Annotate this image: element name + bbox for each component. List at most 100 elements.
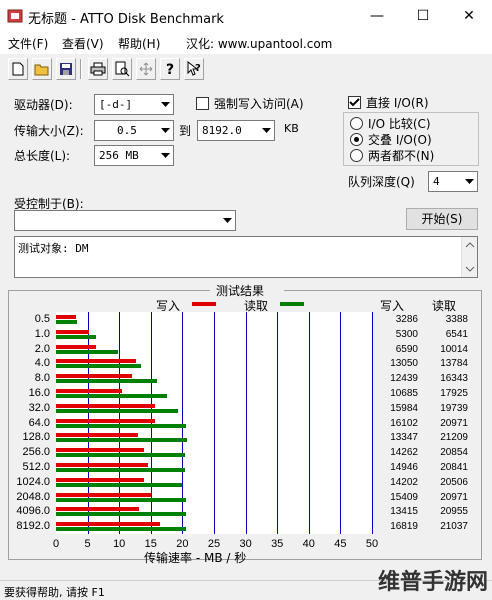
new-file-icon[interactable] [8, 58, 28, 80]
read-value: 20841 [440, 462, 468, 473]
save-icon[interactable] [56, 58, 76, 80]
help-icon[interactable]: ? [160, 58, 180, 80]
read-bar [56, 349, 118, 354]
transfer-from-value: 0.5 [117, 124, 137, 137]
svg-text:?: ? [195, 63, 201, 74]
direct-io-label: 直接 I/O(R) [366, 96, 429, 110]
drive-value: [-d-] [99, 98, 133, 111]
read-column-header: 读取 [432, 299, 457, 313]
y-tick-label: 16.0 [28, 387, 50, 399]
maximize-button[interactable]: ☐ [400, 0, 446, 32]
overlapped-io-radio[interactable] [350, 133, 363, 146]
print-icon[interactable] [88, 58, 108, 80]
read-bar [56, 438, 187, 443]
y-tick-label: 0.5 [34, 313, 50, 325]
x-axis-label: 传输速率 - MB / 秒 [144, 551, 247, 565]
queue-depth-value: 4 [433, 175, 440, 188]
description-text: 测试对象: DM [18, 242, 89, 255]
read-bar [56, 468, 185, 472]
chevron-down-icon [157, 146, 173, 165]
drive-label: 驱动器(D): [14, 98, 73, 112]
total-length-select[interactable]: 256 MB [94, 145, 174, 166]
total-length-label: 总长度(L): [14, 149, 71, 163]
x-tick-label: 10 [113, 538, 126, 550]
write-value: 14946 [390, 462, 418, 473]
description-scrollbar[interactable] [461, 237, 477, 277]
chart-gridline [277, 312, 279, 534]
write-value: 16819 [390, 521, 418, 533]
menu-view[interactable]: 查看(V) [62, 35, 104, 52]
start-button[interactable]: 开始(S) [406, 208, 478, 230]
read-value: 21037 [440, 521, 468, 533]
chevron-down-icon [461, 172, 477, 191]
read-value: 19739 [440, 402, 468, 414]
print-preview-icon[interactable] [112, 58, 132, 80]
toolbar-separator [80, 59, 82, 79]
write-bar [56, 522, 160, 527]
force-write-label: 强制写入访问(A) [214, 97, 304, 111]
kb-label: KB [284, 122, 299, 135]
force-write-checkbox[interactable] [196, 97, 209, 110]
read-value: 20955 [440, 506, 468, 518]
x-tick-label: 35 [271, 538, 284, 550]
io-compare-radio[interactable] [350, 117, 363, 130]
io-compare-label: I/O 比较(C) [368, 117, 431, 131]
read-bar [56, 482, 183, 487]
context-help-icon[interactable]: ? [184, 58, 204, 80]
y-tick-label: 1024.0 [16, 475, 50, 488]
y-tick-label: 2.0 [34, 342, 50, 355]
read-bar [56, 379, 158, 384]
write-bar [56, 344, 97, 349]
y-tick-label: 4096.0 [16, 505, 50, 518]
title-bar: 无标题 - ATTO Disk Benchmark — ☐ ✕ [0, 0, 492, 32]
read-bar [56, 512, 186, 517]
close-button[interactable]: ✕ [446, 0, 492, 32]
read-value: 3388 [445, 314, 468, 325]
move-icon[interactable] [136, 58, 156, 80]
write-bar [56, 329, 89, 334]
toolbar: ? ? [0, 56, 492, 84]
minimize-button[interactable]: — [354, 0, 400, 32]
chevron-down-icon [219, 211, 235, 230]
menu-localized: 汉化: www.upantool.com [186, 37, 333, 51]
neither-radio[interactable] [350, 149, 363, 162]
read-value: 10014 [440, 343, 468, 355]
y-tick-label: 4.0 [34, 357, 50, 370]
read-value: 20506 [440, 476, 468, 488]
transfer-to-select[interactable]: 8192.0 [197, 120, 275, 141]
write-bar [56, 477, 144, 482]
x-tick-label: 50 [365, 538, 379, 550]
svg-text:?: ? [166, 62, 174, 77]
read-value: 16343 [440, 373, 468, 385]
write-bar [56, 507, 139, 512]
write-bar [56, 433, 139, 438]
write-value: 16102 [390, 417, 418, 429]
read-value: 21209 [440, 432, 468, 444]
y-tick-label: 128.0 [22, 431, 50, 444]
x-tick-label: 0 [52, 538, 60, 550]
description-textarea[interactable]: 测试对象: DM [14, 236, 478, 278]
menu-help[interactable]: 帮助(H) [118, 35, 160, 52]
menu-file[interactable]: 文件(F) [8, 35, 48, 52]
y-tick-label: 64.0 [28, 416, 50, 429]
x-tick-label: 45 [334, 538, 347, 550]
write-value: 15409 [390, 491, 418, 503]
drive-select[interactable]: [-d-] [94, 94, 174, 115]
read-value: 20971 [440, 417, 468, 429]
read-bar [56, 334, 97, 339]
queue-depth-select[interactable]: 4 [428, 171, 478, 192]
transfer-size-label: 传输大小(Z): [14, 124, 84, 138]
chart-gridline [245, 312, 247, 534]
write-bar [56, 463, 149, 467]
overlapped-io-label: 交叠 I/O(O) [368, 133, 432, 147]
read-bar [56, 527, 186, 532]
write-value: 14262 [390, 447, 418, 459]
write-value: 15984 [390, 402, 418, 414]
y-tick-label: 512.0 [22, 461, 50, 473]
open-folder-icon[interactable] [32, 58, 52, 80]
transfer-from-select[interactable]: 0.5 [94, 120, 174, 141]
direct-io-checkbox[interactable] [348, 96, 361, 109]
read-value: 20854 [440, 447, 468, 459]
write-legend-swatch [192, 302, 216, 306]
controlled-by-select[interactable] [14, 210, 236, 231]
